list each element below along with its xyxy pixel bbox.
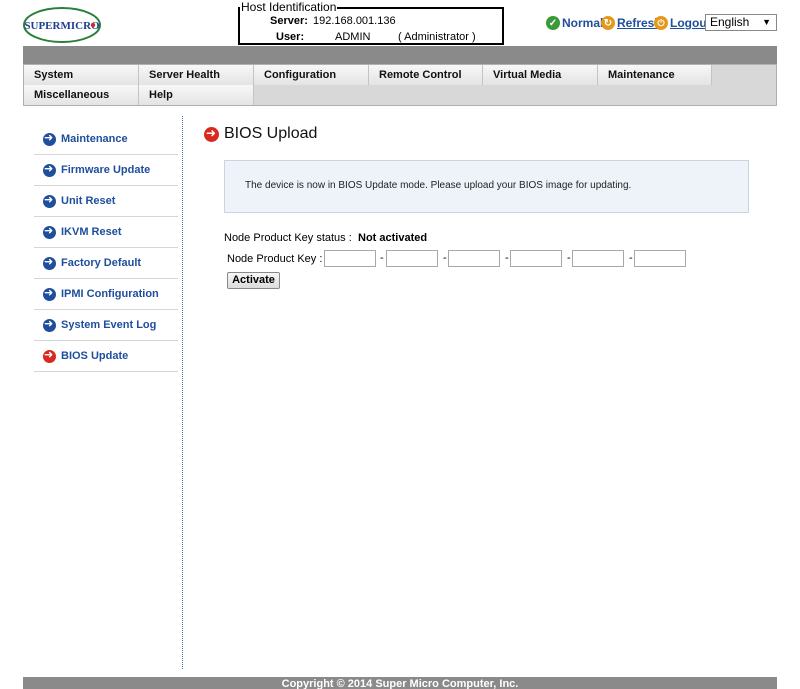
- product-key-field-2[interactable]: [386, 250, 438, 267]
- sidebar-item-maintenance[interactable]: Maintenance: [34, 124, 178, 155]
- product-key-status-value: Not activated: [358, 232, 428, 244]
- product-key-field-1[interactable]: [324, 250, 376, 267]
- info-message: The device is now in BIOS Update mode. P…: [245, 180, 632, 191]
- menu-configuration[interactable]: Configuration: [254, 65, 369, 85]
- key-separator: -: [380, 252, 384, 264]
- main-menu: System Server Health Configuration Remot…: [23, 64, 777, 106]
- sidebar-item-label: Factory Default: [61, 257, 142, 269]
- sidebar-item-label: IPMI Configuration: [61, 288, 159, 300]
- key-separator: -: [567, 252, 571, 264]
- sidebar-item-ipmi-configuration[interactable]: IPMI Configuration: [34, 279, 178, 310]
- menu-maintenance[interactable]: Maintenance: [598, 65, 712, 85]
- product-key-field-4[interactable]: [510, 250, 562, 267]
- server-label: Server:: [270, 15, 308, 27]
- sidebar-item-bios-update[interactable]: BIOS Update: [34, 341, 178, 372]
- menu-virtual-media[interactable]: Virtual Media: [483, 65, 598, 85]
- info-panel: The device is now in BIOS Update mode. P…: [224, 160, 749, 213]
- language-select[interactable]: English ▼: [705, 14, 777, 31]
- sidebar-item-label: IKVM Reset: [61, 226, 122, 238]
- chevron-down-icon: ▼: [762, 17, 771, 27]
- arrow-right-icon: [43, 286, 56, 301]
- sidebar-item-unit-reset[interactable]: Unit Reset: [34, 186, 178, 217]
- menu-system[interactable]: System: [24, 65, 139, 85]
- sidebar-item-label: BIOS Update: [61, 350, 129, 362]
- footer-copyright: Copyright © 2014 Super Micro Computer, I…: [23, 677, 777, 689]
- user-role: ( Administrator ): [398, 31, 476, 43]
- sidebar-item-label: Unit Reset: [61, 195, 116, 207]
- sidebar-item-system-event-log[interactable]: System Event Log: [34, 310, 178, 341]
- menu-server-health[interactable]: Server Health: [139, 65, 254, 85]
- sidebar-item-label: System Event Log: [61, 319, 157, 331]
- product-key-status-label: Node Product Key status :: [224, 232, 352, 244]
- activate-button[interactable]: Activate: [227, 272, 280, 289]
- sidebar-item-label: Maintenance: [61, 133, 128, 145]
- arrow-right-icon: [43, 348, 56, 363]
- sidebar-item-firmware-update[interactable]: Firmware Update: [34, 155, 178, 186]
- logout-link[interactable]: ⏻ Logout: [654, 14, 711, 32]
- menu-remote-control[interactable]: Remote Control: [369, 65, 483, 85]
- logout-icon: ⏻: [654, 16, 668, 30]
- host-identification-legend: Host Identification: [240, 0, 338, 14]
- server-value: 192.168.001.136: [313, 15, 396, 27]
- status-normal: ✓ Normal: [546, 14, 603, 32]
- logo-text: SUPERMICRO: [24, 20, 100, 32]
- user-label: User:: [276, 31, 305, 43]
- arrow-right-icon: [43, 255, 56, 270]
- check-icon: ✓: [546, 16, 560, 30]
- menu-miscellaneous[interactable]: Miscellaneous: [24, 85, 139, 105]
- key-separator: -: [505, 252, 509, 264]
- status-normal-label: Normal: [562, 16, 604, 30]
- header-bar: [23, 46, 777, 64]
- arrow-right-icon: [43, 131, 56, 146]
- user-value: ADMIN: [335, 31, 371, 43]
- product-key-label: Node Product Key :: [227, 253, 323, 265]
- sidebar-item-label: Firmware Update: [61, 164, 151, 176]
- arrow-right-icon: [43, 162, 56, 177]
- key-separator: -: [443, 252, 447, 264]
- arrow-right-icon: [43, 317, 56, 332]
- page-title-text: BIOS Upload: [224, 125, 318, 142]
- product-key-field-3[interactable]: [448, 250, 500, 267]
- arrow-right-icon: [43, 224, 56, 239]
- menu-help[interactable]: Help: [139, 85, 254, 105]
- refresh-icon: ↻: [601, 16, 615, 30]
- page-title: BIOS Upload: [204, 125, 317, 143]
- key-separator: -: [629, 252, 633, 264]
- sidebar-item-factory-default[interactable]: Factory Default: [34, 248, 178, 279]
- product-key-field-6[interactable]: [634, 250, 686, 267]
- supermicro-logo: SUPERMICRO: [23, 7, 101, 43]
- language-select-value: English: [710, 15, 750, 29]
- sidebar: Maintenance Firmware Update Unit Reset I…: [34, 124, 178, 372]
- arrow-right-icon: [204, 126, 219, 142]
- sidebar-divider: [182, 116, 183, 669]
- product-key-field-5[interactable]: [572, 250, 624, 267]
- arrow-right-icon: [43, 193, 56, 208]
- refresh-link[interactable]: ↻ Refresh: [601, 14, 662, 32]
- sidebar-item-ikvm-reset[interactable]: IKVM Reset: [34, 217, 178, 248]
